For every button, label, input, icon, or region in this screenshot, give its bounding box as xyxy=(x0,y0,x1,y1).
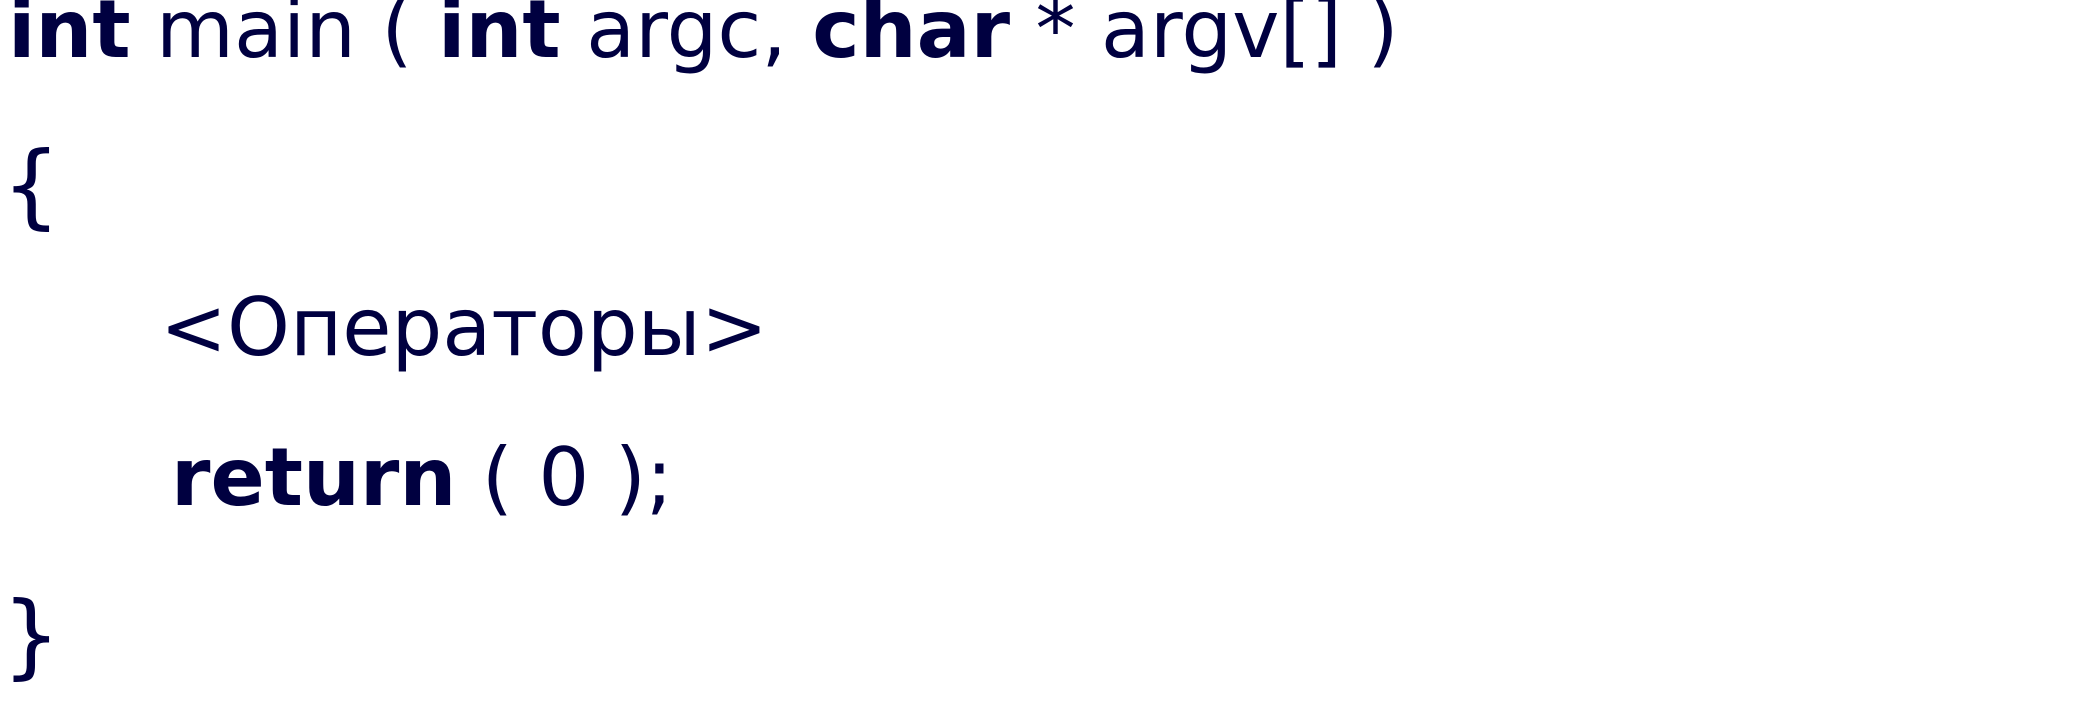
keyword-int-return-type: int xyxy=(8,0,131,76)
keyword-int-param-type: int xyxy=(438,0,561,76)
open-brace: { xyxy=(2,132,61,239)
function-name-main: main ( xyxy=(130,0,439,76)
return-statement-line: return ( 0 ); xyxy=(171,438,673,518)
keyword-return: return xyxy=(171,431,457,524)
param-argc: argc, xyxy=(560,0,813,76)
param-argv: * argv[] ) xyxy=(1010,0,1399,76)
function-signature-line: int main ( int argc, char * argv[] ) xyxy=(8,0,1399,70)
close-brace: } xyxy=(2,582,61,689)
statements-placeholder: <Операторы> xyxy=(160,281,768,374)
keyword-char: char xyxy=(812,0,1011,76)
return-value: ( 0 ); xyxy=(456,431,673,524)
